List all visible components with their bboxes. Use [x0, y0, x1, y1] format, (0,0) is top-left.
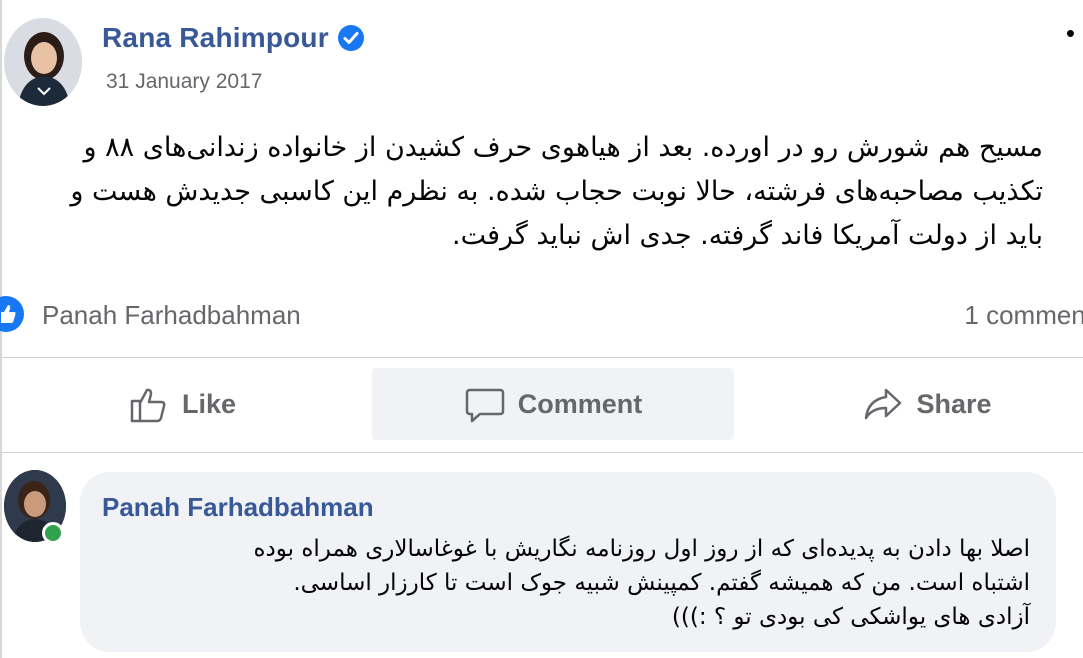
- share-button[interactable]: Share: [842, 368, 1012, 440]
- thumbs-up-icon: [130, 388, 166, 423]
- share-arrow-icon: [865, 388, 902, 420]
- online-status-indicator: [42, 522, 64, 544]
- commenter-name[interactable]: Panah Farhadbahman: [102, 492, 374, 523]
- like-label: Like: [181, 388, 237, 419]
- post-date[interactable]: 31 January 2017: [106, 70, 262, 94]
- author-name[interactable]: Rana Rahimpour: [102, 22, 329, 54]
- comment-text-line: اشتباه است. من که همیشه گفتم. کمپینش شبی…: [293, 570, 1030, 596]
- post-body: مسیح هم شورش رو در اورده. بعد از هیاهوی …: [2, 122, 1083, 262]
- post-author: Rana Rahimpour: [102, 22, 365, 54]
- speech-bubble-icon: [465, 388, 504, 423]
- post-text-line: تکذیب مصاحبه‌های فرشته، حالا نوبت حجاب ش…: [70, 176, 1043, 207]
- verified-badge-icon: [337, 24, 365, 52]
- post-actions: Like Comment Share: [2, 368, 1083, 442]
- comment-label: Comment: [517, 388, 643, 419]
- reactor-name[interactable]: Panah Farhadbahman: [42, 300, 301, 331]
- comment-text-line: اصلا بها دادن به پدیده‌ای که از روز اول …: [253, 536, 1030, 562]
- like-button[interactable]: Like: [112, 368, 252, 440]
- post-text-line: باید از دولت آمریکا فاند گرفته. جدی اش ن…: [452, 220, 1043, 251]
- comment-text-line: آزادی های یواشکی کی بودی تو ؟ :))): [671, 604, 1030, 630]
- comment-button[interactable]: Comment: [372, 368, 734, 440]
- like-reaction-icon[interactable]: [0, 296, 24, 332]
- divider: [2, 452, 1083, 453]
- reactions-bar: Panah Farhadbahman 1 comment: [0, 290, 1083, 340]
- more-dots-icon[interactable]: •: [1066, 20, 1075, 46]
- post-text-line: مسیح هم شورش رو در اورده. بعد از هیاهوی …: [83, 132, 1043, 163]
- comment-count[interactable]: 1 comment: [964, 300, 1083, 331]
- share-label: Share: [916, 388, 992, 419]
- author-avatar[interactable]: [4, 18, 82, 106]
- divider: [2, 357, 1083, 358]
- facebook-post: Rana Rahimpour 31 January 2017 • مسیح هم…: [0, 0, 1083, 658]
- comment-bubble: Panah Farhadbahman اصلا بها دادن به پدید…: [80, 472, 1056, 652]
